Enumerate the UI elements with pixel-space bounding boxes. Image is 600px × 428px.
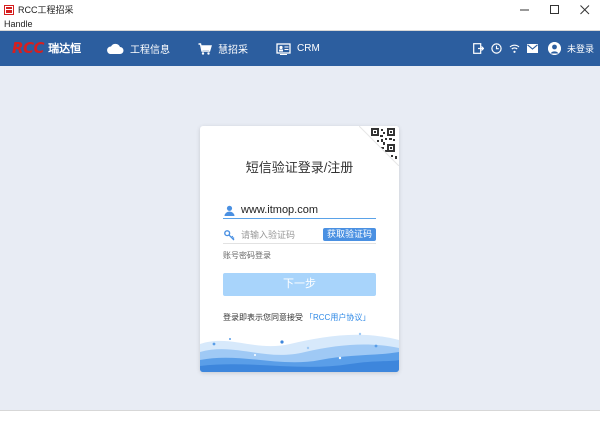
close-button[interactable] [570,0,600,19]
wave-decoration [200,332,399,372]
key-icon [223,229,235,241]
exit-icon [473,43,485,54]
menu-bar: Handle [0,19,600,31]
crm-icon [276,42,291,55]
cloud-icon [107,43,124,54]
verification-code-input[interactable] [241,230,321,240]
close-icon [580,4,590,14]
password-login-link[interactable]: 账号密码登录 [223,250,271,261]
exit-button[interactable] [473,43,485,55]
logo-brand: RCC [12,39,45,57]
phone-input[interactable] [241,204,371,216]
login-title: 短信验证登录/注册 [245,160,354,175]
wifi-icon [510,44,520,53]
nav-item-label: 工程信息 [130,45,170,56]
app-icon [4,4,14,15]
window-title: RCC工程招采 [18,5,74,15]
nav-item-label: 慧招采 [218,45,248,56]
login-card: 短信验证登录/注册 获取验证码 账号密码登录 下一步 登 [200,126,399,372]
maximize-icon [550,4,559,14]
clock-button[interactable] [491,43,503,55]
mail-icon [527,44,539,53]
user-avatar-icon [547,42,561,55]
user-icon [223,204,235,216]
get-code-button[interactable]: 获取验证码 [322,228,376,241]
wifi-button[interactable] [509,43,521,55]
agreement-prefix: 登录即表示您同意接受 [223,313,303,322]
nav-item-project-info[interactable]: 工程信息 [106,41,170,56]
mail-button[interactable] [527,43,539,55]
cart-icon [198,42,212,55]
menu-item-handle[interactable]: Handle [4,19,33,30]
main-area: 短信验证登录/注册 获取验证码 账号密码登录 下一步 登 [0,66,600,410]
clock-icon [491,43,503,54]
app-header: RCC 瑞达恒 工程信息 慧招采 CRM 未登录 [0,31,600,66]
user-status[interactable]: 未登录 [567,42,594,55]
nav-item-procurement[interactable]: 慧招采 [198,41,248,56]
logo: RCC 瑞达恒 [12,38,81,58]
nav-item-label: CRM [297,43,320,54]
minimize-button[interactable] [510,0,540,19]
code-field: 获取验证码 [223,227,376,244]
logo-name: 瑞达恒 [48,43,82,55]
avatar[interactable] [547,42,561,55]
main-nav: 工程信息 慧招采 CRM [106,31,348,66]
phone-field [223,202,376,219]
status-bar [0,410,600,428]
header-toolbar: 未登录 [467,31,594,66]
nav-item-crm[interactable]: CRM [276,42,320,55]
next-button[interactable]: 下一步 [223,273,376,296]
window-titlebar: RCC工程招采 [0,0,600,19]
user-agreement-link[interactable]: 「RCC用户协议」 [305,313,370,322]
minimize-icon [520,9,529,10]
window-controls [510,0,600,19]
maximize-button[interactable] [540,0,570,19]
